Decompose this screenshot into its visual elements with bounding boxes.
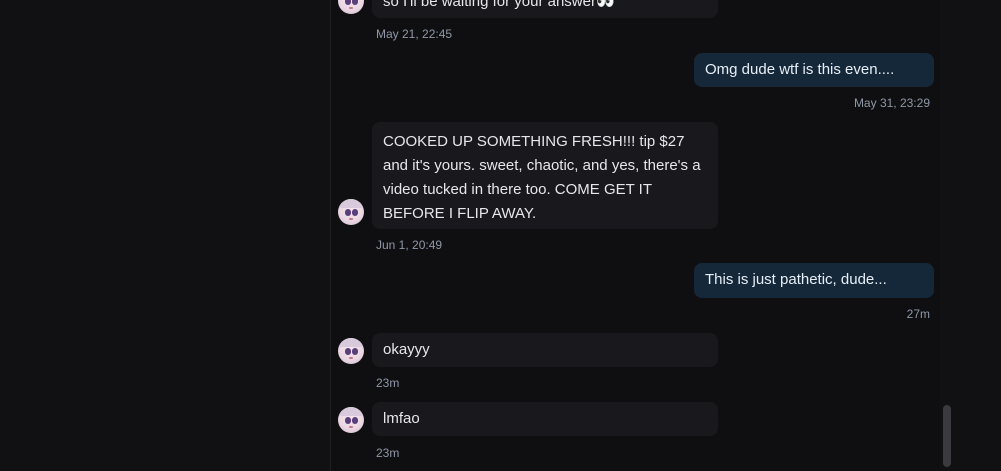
chat-list-panel (0, 0, 330, 471)
scrollbar-thumb[interactable] (943, 405, 951, 467)
sender-avatar[interactable] (338, 407, 364, 433)
message-bubble-incoming[interactable]: okayyy (372, 333, 718, 367)
message-text: okayyy (383, 341, 430, 358)
message-bubble-incoming[interactable]: lmfao (372, 402, 718, 436)
message-text: Omg dude wtf is this even.... (705, 61, 895, 78)
message-text: This is just pathetic, dude... (705, 271, 887, 288)
message-timestamp: May 31, 23:29 (853, 96, 930, 110)
message-timestamp: Jun 1, 20:49 (376, 238, 443, 252)
sender-avatar[interactable] (338, 199, 364, 225)
message-bubble-outgoing[interactable]: Omg dude wtf is this even.... (694, 53, 934, 87)
sender-avatar[interactable] (338, 338, 364, 364)
message-text: lmfao (383, 410, 420, 427)
message-bubble-incoming[interactable]: COOKED UP SOMETHING FRESH!!! tip $27 and… (372, 122, 718, 229)
message-bubble-outgoing[interactable]: This is just pathetic, dude... (694, 263, 934, 298)
message-timestamp: 23m (376, 376, 400, 390)
message-timestamp: 27m (906, 307, 930, 321)
panel-divider (330, 0, 331, 471)
message-timestamp: May 21, 22:45 (376, 27, 453, 41)
message-timestamp: 23m (376, 446, 400, 460)
message-bubble-incoming[interactable]: so I'll be waiting for your answer👀 (372, 0, 718, 18)
message-text: COOKED UP SOMETHING FRESH!!! tip $27 and… (383, 133, 701, 222)
scrollbar-track[interactable] (940, 0, 952, 471)
message-text: so I'll be waiting for your answer👀 (383, 0, 615, 10)
sender-avatar[interactable] (338, 0, 364, 14)
